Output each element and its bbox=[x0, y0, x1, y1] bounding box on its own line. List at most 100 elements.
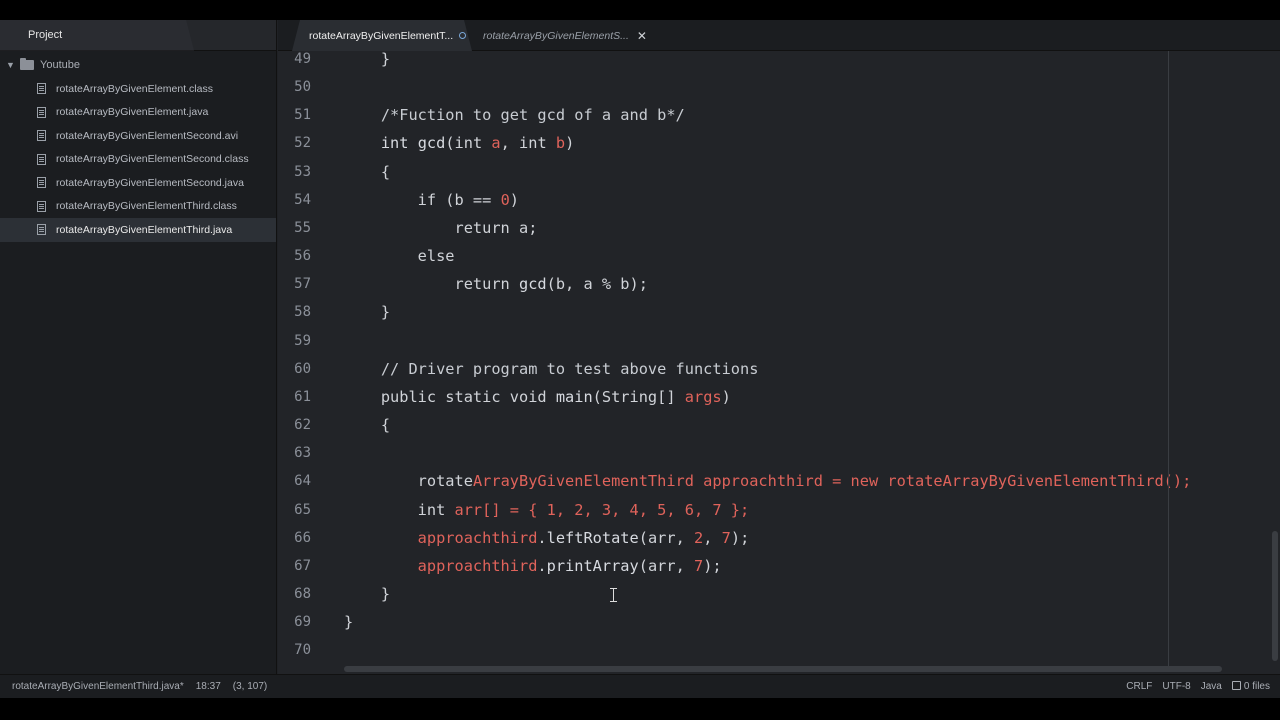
horizontal-scrollbar[interactable] bbox=[344, 666, 1222, 672]
status-cursor-position[interactable]: 18:37 bbox=[196, 681, 221, 692]
folder-youtube[interactable]: ▼ Youtube bbox=[0, 53, 276, 77]
code-token: (b, a % b); bbox=[546, 275, 648, 293]
file-label: rotateArrayByGivenElementSecond.java bbox=[56, 176, 244, 189]
text-cursor-icon bbox=[610, 588, 617, 602]
code-line: { bbox=[344, 416, 390, 434]
code-token: 7 bbox=[721, 529, 731, 547]
code-token: // Driver program to test above function… bbox=[344, 360, 759, 378]
file-item[interactable]: rotateArrayByGivenElementSecond.class bbox=[0, 148, 276, 172]
file-label: rotateArrayByGivenElementThird.java bbox=[56, 223, 233, 236]
code-token: } bbox=[344, 303, 391, 321]
vertical-scrollbar[interactable] bbox=[1272, 531, 1278, 661]
status-bar: rotateArrayByGivenElementThird.java* 18:… bbox=[0, 674, 1280, 698]
file-item[interactable]: rotateArrayByGivenElement.class bbox=[0, 77, 276, 101]
bottom-letterbox bbox=[0, 698, 1280, 720]
folder-icon bbox=[20, 58, 34, 70]
file-icon bbox=[37, 153, 46, 165]
code-token: ); bbox=[730, 529, 750, 547]
code-token: { bbox=[344, 416, 391, 434]
tab-third-java[interactable]: rotateArrayByGivenElementT... bbox=[292, 20, 472, 51]
code-line: } bbox=[344, 613, 353, 631]
file-item[interactable]: rotateArrayByGivenElementSecond.java bbox=[0, 171, 276, 195]
tab-second-java[interactable]: rotateArrayByGivenElementS... ✕ bbox=[474, 20, 647, 51]
status-encoding[interactable]: UTF-8 bbox=[1162, 681, 1190, 692]
code-token: 0 bbox=[500, 191, 510, 209]
code-token: (arr, bbox=[638, 529, 694, 547]
code-token: , int bbox=[500, 134, 556, 152]
code-token: ) bbox=[565, 134, 575, 152]
status-selection-count[interactable]: (3, 107) bbox=[233, 681, 267, 692]
code-line: } bbox=[344, 51, 390, 68]
status-right: CRLF UTF-8 Java 0 files bbox=[1126, 681, 1270, 692]
code-token: ); bbox=[703, 557, 722, 575]
top-letterbox bbox=[0, 0, 1280, 20]
file-item[interactable]: rotateArrayByGivenElementThird.class bbox=[0, 195, 276, 219]
file-icon bbox=[37, 106, 46, 118]
code-token: (int bbox=[445, 134, 492, 152]
code-token: ) bbox=[721, 388, 731, 406]
code-token: } bbox=[344, 613, 354, 631]
code-token: arr[] = { 1, 2, 3, 4, 5, 6, 7 }; bbox=[454, 501, 750, 519]
close-icon[interactable]: ✕ bbox=[637, 29, 647, 43]
code-token: rotate bbox=[344, 472, 473, 490]
file-icon bbox=[37, 200, 46, 212]
code-token: gcd bbox=[518, 275, 547, 293]
file-item[interactable]: rotateArrayByGivenElement.java bbox=[0, 101, 276, 125]
file-item-active[interactable]: rotateArrayByGivenElementThird.java bbox=[0, 218, 276, 242]
code-line: return gcd(b, a % b); bbox=[344, 275, 648, 293]
chevron-down-icon[interactable]: ▼ bbox=[6, 60, 20, 70]
status-file-path[interactable]: rotateArrayByGivenElementThird.java* bbox=[12, 681, 184, 692]
code-token: (String[] bbox=[592, 388, 685, 406]
file-icon bbox=[37, 130, 46, 142]
code-line: else bbox=[344, 247, 455, 265]
code-line: int gcd(int a, int b) bbox=[344, 134, 574, 152]
code-token: return bbox=[344, 275, 519, 293]
code-token: int bbox=[344, 501, 455, 519]
tab-label: rotateArrayByGivenElementT... bbox=[309, 29, 454, 42]
code-token: 2 bbox=[694, 529, 704, 547]
code-token: int bbox=[344, 134, 418, 152]
tab-project[interactable]: Project bbox=[0, 19, 194, 51]
code-token: approachthird bbox=[344, 557, 538, 575]
tab-label: rotateArrayByGivenElementS... bbox=[483, 29, 629, 42]
tree-view: Project ▼ Youtube rotateArrayByGivenElem… bbox=[0, 19, 277, 674]
wrap-guide bbox=[1168, 51, 1169, 671]
code-token: { bbox=[344, 163, 391, 181]
code-line: { bbox=[344, 163, 390, 181]
code-token: public static void bbox=[344, 388, 556, 406]
code-token: printArray bbox=[546, 557, 639, 575]
file-icon bbox=[37, 224, 46, 236]
sidebar-header: Project bbox=[0, 19, 276, 51]
code-token: args bbox=[684, 388, 722, 406]
status-files-count: 0 files bbox=[1243, 681, 1270, 692]
code-line: public static void main(String[] args) bbox=[344, 388, 731, 406]
editor-window: Project ▼ Youtube rotateArrayByGivenElem… bbox=[0, 19, 1280, 698]
status-line-ending[interactable]: CRLF bbox=[1126, 681, 1152, 692]
file-label: rotateArrayByGivenElementThird.class bbox=[56, 200, 237, 213]
file-tree: ▼ Youtube rotateArrayByGivenElement.clas… bbox=[0, 51, 276, 242]
code-token: } bbox=[344, 585, 391, 603]
status-git-files[interactable]: 0 files bbox=[1231, 681, 1270, 692]
code-token: ArrayByGivenElementThird approachthird =… bbox=[472, 472, 1192, 490]
code-token: , bbox=[703, 529, 722, 547]
code-token: . bbox=[537, 557, 547, 575]
code-token: return a; bbox=[344, 219, 538, 237]
file-label: rotateArrayByGivenElementSecond.avi bbox=[56, 129, 239, 142]
code-editor[interactable]: 49 50 51 52 53 54 55 56 57 58 59 60 61 6… bbox=[278, 51, 1280, 674]
code-token: if (b == bbox=[344, 191, 501, 209]
code-token: else bbox=[344, 247, 455, 265]
code-token: (arr, bbox=[638, 557, 694, 575]
tab-bar: rotateArrayByGivenElementT... rotateArra… bbox=[278, 20, 1280, 51]
modified-indicator-icon[interactable] bbox=[459, 32, 467, 39]
code-token: . bbox=[537, 529, 547, 547]
code-line: approachthird.leftRotate(arr, 2, 7); bbox=[344, 529, 750, 547]
code-token: b bbox=[555, 134, 566, 152]
file-icon bbox=[37, 83, 46, 95]
code-token: leftRotate bbox=[546, 529, 639, 547]
file-label: rotateArrayByGivenElement.java bbox=[56, 106, 209, 119]
status-grammar[interactable]: Java bbox=[1201, 681, 1222, 692]
code-line: rotateArrayByGivenElementThird approacht… bbox=[344, 472, 1192, 490]
code-line: } bbox=[344, 303, 390, 321]
code-lines: } /*Fuction to get gcd of a and b*/ int … bbox=[278, 51, 1280, 674]
file-item[interactable]: rotateArrayByGivenElementSecond.avi bbox=[0, 124, 276, 148]
